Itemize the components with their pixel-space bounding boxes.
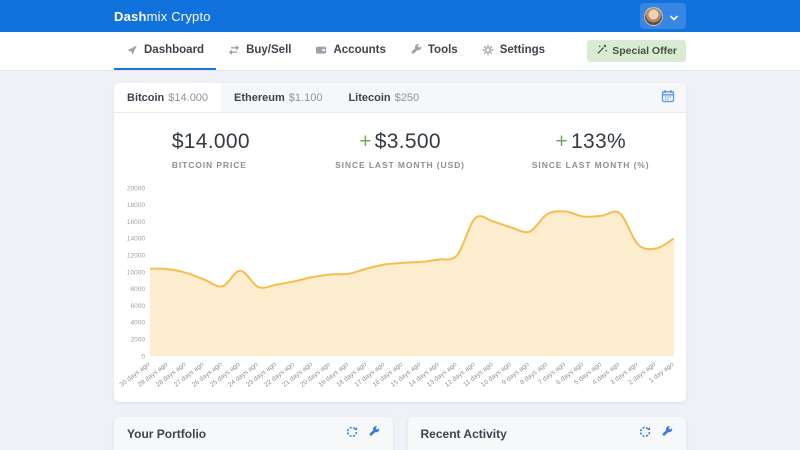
activity-panel: Recent Activity xyxy=(408,417,687,450)
stat-prefix: + xyxy=(555,130,568,153)
settings-button[interactable] xyxy=(368,426,380,441)
stat-label: SINCE LAST MONTH (%) xyxy=(495,160,686,170)
tab-ethereum[interactable]: Ethereum $1.100 xyxy=(221,83,335,112)
stat-prefix: + xyxy=(359,130,372,153)
main-nav: Dashboard Buy/Sell Accounts Tools Settin… xyxy=(0,32,800,71)
wand-icon xyxy=(596,44,607,58)
gear-icon xyxy=(482,44,494,56)
y-axis-tick: 18000 xyxy=(127,202,145,209)
stat-bitcoin-price: $14.000 BITCOIN PRICE xyxy=(114,130,305,170)
settings-button[interactable] xyxy=(661,426,673,441)
y-axis-tick: 4000 xyxy=(131,320,146,327)
stat-change-usd: +$3.500 SINCE LAST MONTH (USD) xyxy=(305,130,496,170)
refresh-button[interactable] xyxy=(346,426,358,441)
nav-item-label: Dashboard xyxy=(144,44,204,56)
nav-item-dashboard[interactable]: Dashboard xyxy=(114,32,216,70)
y-axis-tick: 16000 xyxy=(127,219,145,226)
nav-item-label: Accounts xyxy=(333,44,385,56)
wrench-icon xyxy=(368,426,380,441)
tab-coin-name: Ethereum xyxy=(234,92,285,104)
bottom-panels: Your Portfolio R xyxy=(114,417,686,450)
refresh-icon xyxy=(639,426,651,441)
nav-item-accounts[interactable]: Accounts xyxy=(303,32,397,70)
wrench-icon xyxy=(661,426,673,441)
tab-coin-price: $1.100 xyxy=(289,92,323,104)
tab-coin-price: $250 xyxy=(395,92,419,104)
y-axis-tick: 2000 xyxy=(131,337,146,344)
calendar-icon xyxy=(661,91,675,106)
tab-coin-name: Bitcoin xyxy=(127,92,164,104)
panel-title: Your Portfolio xyxy=(127,427,206,441)
refresh-button[interactable] xyxy=(639,426,651,441)
y-axis-tick: 10000 xyxy=(127,269,145,276)
special-offer-label: Special Offer xyxy=(612,45,677,57)
special-offer-badge[interactable]: Special Offer xyxy=(587,40,686,62)
chevron-down-icon xyxy=(670,9,678,24)
refresh-icon xyxy=(346,426,358,441)
wrench-icon xyxy=(410,44,422,56)
brand-logo: Dashmix Crypto xyxy=(114,9,211,24)
market-tabstrip: Bitcoin $14.000 Ethereum $1.100 Litecoin… xyxy=(114,83,686,113)
y-axis-tick: 14000 xyxy=(127,236,145,243)
stat-label: BITCOIN PRICE xyxy=(114,160,305,170)
calendar-button[interactable] xyxy=(650,89,686,106)
paper-plane-icon xyxy=(126,44,138,56)
nav-item-label: Tools xyxy=(428,44,458,56)
nav-item-settings[interactable]: Settings xyxy=(470,32,557,70)
area-fill xyxy=(150,211,674,356)
wallet-icon xyxy=(315,44,327,56)
brand-bold: Dash xyxy=(114,9,147,24)
portfolio-panel-header: Your Portfolio xyxy=(114,417,393,450)
tab-coin-price: $14.000 xyxy=(168,92,208,104)
price-chart: 0 2000 4000 6000 8000 10000 12000 14000 16000 180… xyxy=(114,182,686,402)
portfolio-panel: Your Portfolio xyxy=(114,417,393,450)
market-card: Bitcoin $14.000 Ethereum $1.100 Litecoin… xyxy=(114,83,686,402)
y-axis-tick: 12000 xyxy=(127,253,145,260)
main-content: Bitcoin $14.000 Ethereum $1.100 Litecoin… xyxy=(114,71,686,450)
y-axis-tick: 0 xyxy=(141,353,145,360)
stat-value: $14.000 xyxy=(172,130,250,153)
tab-bitcoin[interactable]: Bitcoin $14.000 xyxy=(114,83,221,112)
nav-item-label: Buy/Sell xyxy=(246,44,291,56)
panel-title: Recent Activity xyxy=(421,427,507,441)
nav-item-buy-sell[interactable]: Buy/Sell xyxy=(216,32,303,70)
stat-change-percent: +133% SINCE LAST MONTH (%) xyxy=(495,130,686,170)
stat-label: SINCE LAST MONTH (USD) xyxy=(305,160,496,170)
nav-item-label: Settings xyxy=(500,44,545,56)
brand-rest: mix Crypto xyxy=(147,9,211,24)
y-axis-tick: 20000 xyxy=(127,185,145,192)
swap-arrows-icon xyxy=(228,44,240,56)
avatar xyxy=(644,7,663,26)
stats-row: $14.000 BITCOIN PRICE +$3.500 SINCE LAST… xyxy=(114,113,686,182)
y-axis-tick: 8000 xyxy=(131,286,146,293)
nav-item-tools[interactable]: Tools xyxy=(398,32,470,70)
price-chart-svg: 0 2000 4000 6000 8000 10000 12000 14000 16000 180… xyxy=(120,184,680,396)
user-menu-button[interactable] xyxy=(640,3,686,29)
y-axis-tick: 6000 xyxy=(131,303,146,310)
stat-value: $3.500 xyxy=(375,130,441,153)
activity-panel-header: Recent Activity xyxy=(408,417,687,450)
tab-coin-name: Litecoin xyxy=(348,92,390,104)
topbar: Dashmix Crypto xyxy=(0,0,800,32)
tab-litecoin[interactable]: Litecoin $250 xyxy=(335,83,432,112)
stat-value: 133% xyxy=(571,130,626,153)
